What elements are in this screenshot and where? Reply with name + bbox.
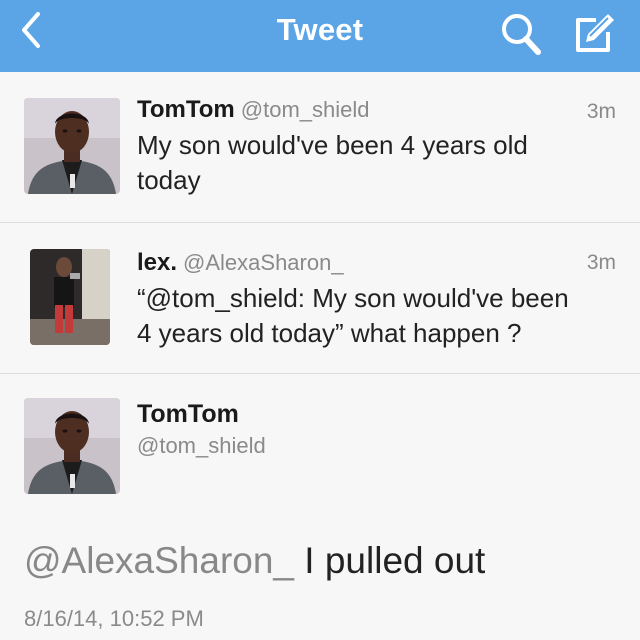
- search-button[interactable]: [496, 6, 548, 58]
- tweet-text-line: My son would've been 4 years old: [137, 130, 528, 160]
- avatar-photo: [24, 98, 120, 194]
- compose-icon: [576, 14, 614, 52]
- tweet-row[interactable]: lex. @AlexaSharon_ 3m “@tom_shield: My so…: [0, 223, 640, 374]
- tweet-text-line: today: [137, 165, 201, 195]
- tweet-author[interactable]: lex. @AlexaSharon_: [137, 249, 344, 277]
- avatar-photo: [24, 398, 120, 494]
- avatar[interactable]: [30, 249, 110, 345]
- detail-author-name[interactable]: TomTom: [137, 400, 239, 429]
- tweet-row[interactable]: TomTom @tom_shield 3m My son would've bee…: [0, 72, 640, 223]
- detail-tweet-body: I pulled out: [294, 540, 486, 581]
- author-name: lex.: [137, 249, 178, 276]
- tweet-detail-screen: Tweet TomTom @tom_shield 3m My son would…: [0, 0, 640, 640]
- tweet-text-line: “@tom_shield: My son would've been: [137, 283, 569, 313]
- search-icon: [502, 14, 541, 55]
- mention-link[interactable]: @AlexaSharon_: [24, 540, 294, 581]
- tweet-timestamp: 8/16/14, 10:52 PM: [24, 606, 204, 631]
- tweet-text-line: 4 years old today” what happen ?: [137, 318, 522, 348]
- compose-button[interactable]: [568, 6, 620, 58]
- author-handle: @AlexaSharon_: [183, 250, 344, 275]
- author-handle: @tom_shield: [240, 97, 370, 122]
- tweet-time: 3m: [586, 251, 616, 274]
- detail-tweet-text: @AlexaSharon_ I pulled out: [24, 540, 485, 582]
- tweet-time: 3m: [586, 100, 616, 123]
- tweet-text: “@tom_shield: My son would've been 4 yea…: [137, 281, 569, 351]
- tweet-author[interactable]: TomTom @tom_shield: [137, 96, 370, 124]
- detail-author-handle[interactable]: @tom_shield: [137, 433, 266, 459]
- tweet-text: My son would've been 4 years old today: [137, 128, 528, 198]
- avatar-photo: [30, 249, 110, 345]
- author-name: TomTom: [137, 96, 235, 123]
- navigation-bar: Tweet: [0, 0, 640, 72]
- detail-avatar[interactable]: [24, 398, 120, 494]
- avatar[interactable]: [24, 98, 120, 194]
